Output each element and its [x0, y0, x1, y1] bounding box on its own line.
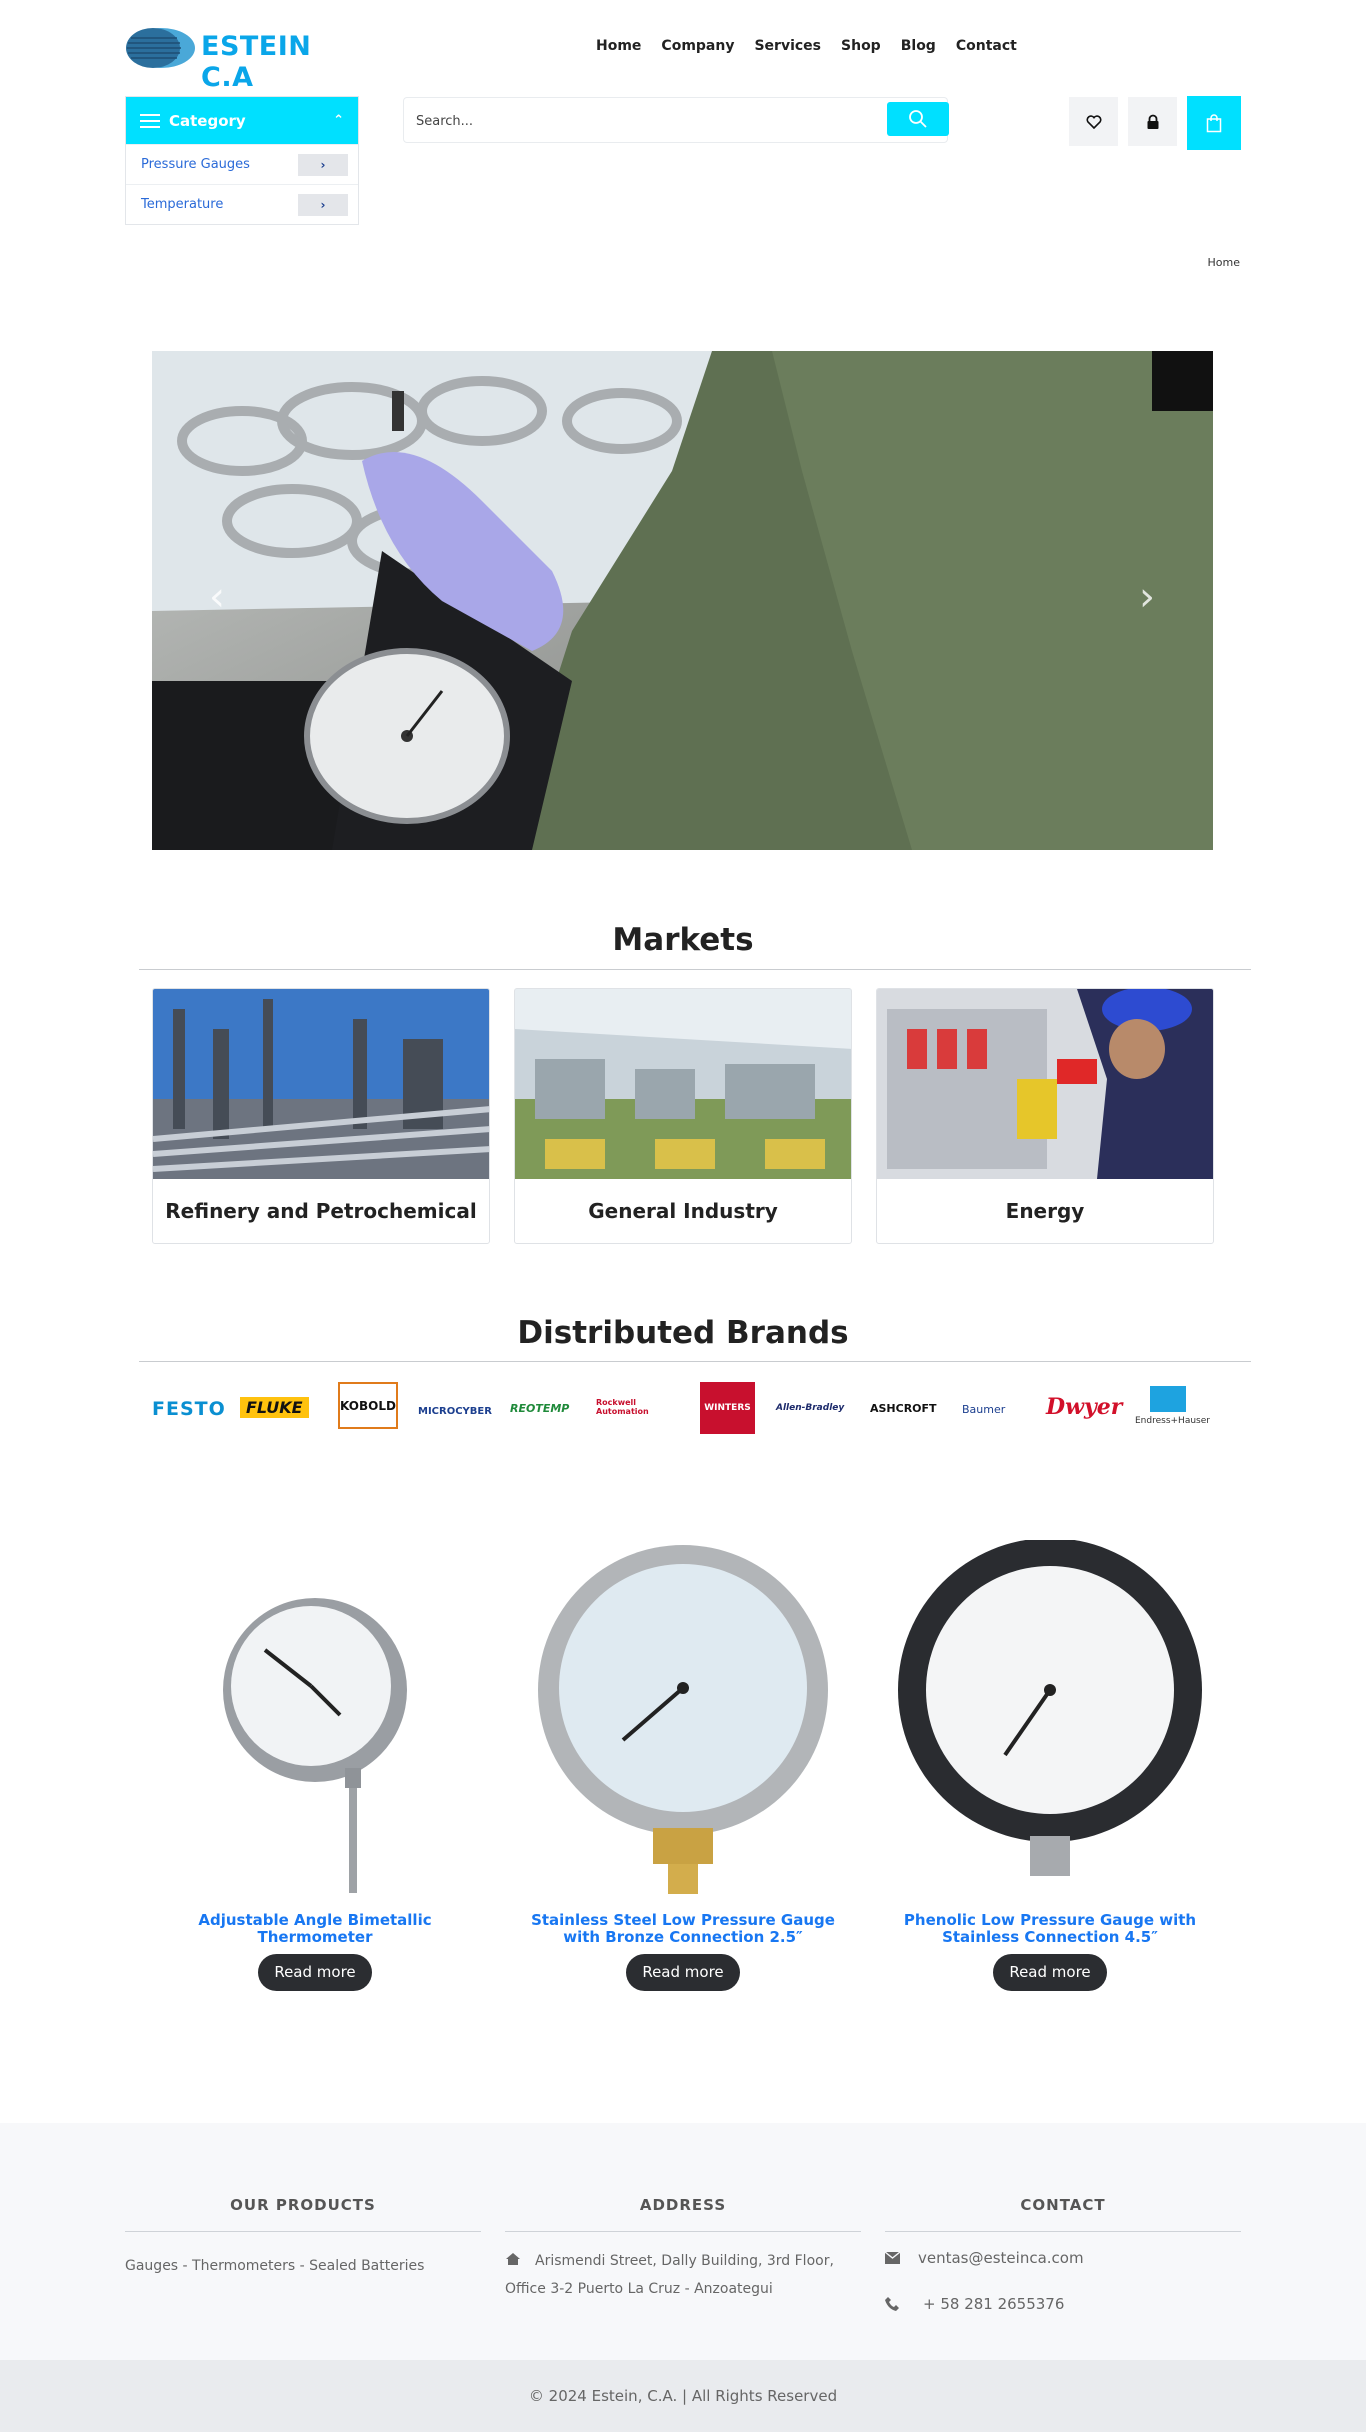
main-nav: Home Company Services Shop Blog Contact: [596, 38, 1037, 54]
brand-logo-winters[interactable]: WINTERS: [700, 1382, 755, 1434]
lock-icon: [1147, 114, 1158, 129]
footer-phone-row: + 58 281 2655376: [885, 2295, 1241, 2313]
logo-text: ESTEIN C.A: [201, 31, 312, 93]
brand-logo-endress-hauser[interactable]: Endress+Hauser: [1135, 1416, 1210, 1426]
nav-shop[interactable]: Shop: [841, 38, 881, 54]
menu-icon: [140, 113, 160, 128]
footer-address-text: Arismendi Street, Dally Building, 3rd Fl…: [505, 2253, 834, 2297]
footer-contact-title: CONTACT: [1020, 2196, 1106, 2214]
market-card-energy[interactable]: Energy: [876, 988, 1214, 1244]
market-label: Energy: [1005, 1199, 1085, 1223]
footer: OUR PRODUCTS Gauges - Thermometers - Sea…: [0, 2123, 1366, 2360]
brand-logo-ashcroft[interactable]: ASHCROFT: [870, 1402, 937, 1415]
brand-logo-dwyer[interactable]: Dwyer: [1046, 1394, 1122, 1420]
account-button[interactable]: [1128, 97, 1177, 146]
nav-services[interactable]: Services: [754, 38, 821, 54]
footer-address-block: Arismendi Street, Dally Building, 3rd Fl…: [505, 2247, 861, 2303]
market-image-general-industry: [515, 989, 851, 1179]
market-label: General Industry: [588, 1199, 778, 1223]
category-menu: Category ⌃ Pressure Gauges › Temperature…: [125, 96, 359, 225]
search-bar: [403, 97, 949, 143]
footer-products: OUR PRODUCTS Gauges - Thermometers - Sea…: [125, 2196, 481, 2280]
chevron-right-icon[interactable]: ›: [1139, 577, 1155, 617]
chevron-up-icon: ⌃: [333, 113, 344, 128]
chevron-right-icon[interactable]: ›: [298, 193, 348, 216]
brand-logo-festo[interactable]: FESTO: [152, 1398, 226, 1420]
markets-divider: [139, 969, 1251, 970]
shopping-bag-icon: [1206, 113, 1222, 132]
product-name[interactable]: Phenolic Low Pressure Gauge with Stainle…: [870, 1912, 1230, 1946]
footer-email-row: ventas@esteinca.com: [885, 2249, 1241, 2267]
brands-divider: [139, 1361, 1251, 1362]
footer-divider: [885, 2231, 1241, 2232]
brand-strip: FESTO FLUKE KOBOLD MICROCYBER REOTEMP Ro…: [150, 1380, 1220, 1440]
search-button[interactable]: [887, 102, 949, 136]
nav-contact[interactable]: Contact: [956, 38, 1017, 54]
category-item-pressure-gauges[interactable]: Pressure Gauges ›: [126, 144, 358, 184]
home-icon: [506, 2253, 520, 2265]
market-image-energy: [877, 989, 1213, 1179]
envelope-icon: [885, 2252, 900, 2264]
product-card-thermometer: Adjustable Angle Bimetallic Thermometer …: [135, 1540, 495, 1991]
nav-home[interactable]: Home: [596, 38, 641, 54]
logo-mark: [126, 28, 195, 68]
hero-slider: ‹ ›: [152, 351, 1213, 850]
category-toggle[interactable]: Category ⌃: [126, 97, 358, 144]
footer-address-title: ADDRESS: [639, 2196, 727, 2214]
market-card-refinery[interactable]: Refinery and Petrochemical: [152, 988, 490, 1244]
chevron-right-icon[interactable]: ›: [298, 153, 348, 176]
copyright: © 2024 Estein, C.A. | All Rights Reserve…: [0, 2360, 1366, 2432]
search-icon: [909, 110, 927, 128]
footer-address: ADDRESS Arismendi Street, Dally Building…: [505, 2196, 861, 2303]
read-more-button[interactable]: Read more: [626, 1954, 740, 1991]
phone-icon: [885, 2297, 899, 2311]
logo[interactable]: ESTEIN C.A: [125, 24, 360, 93]
brand-logo-fluke[interactable]: FLUKE: [240, 1397, 309, 1418]
markets-title: Markets: [612, 922, 754, 958]
endress-hauser-mark: [1150, 1386, 1186, 1412]
chevron-left-icon[interactable]: ‹: [209, 577, 225, 617]
hero-image: [152, 351, 1213, 850]
brand-logo-kobold[interactable]: KOBOLD: [338, 1382, 398, 1429]
brand-logo-microcyber[interactable]: MICROCYBER: [418, 1406, 492, 1417]
breadcrumb[interactable]: Home: [1208, 256, 1240, 269]
footer-phone[interactable]: + 58 281 2655376: [923, 2295, 1064, 2313]
category-title: Category: [169, 111, 246, 130]
category-item-label: Pressure Gauges: [141, 157, 250, 172]
product-image-phenolic-gauge[interactable]: [870, 1538, 1230, 1900]
footer-email[interactable]: ventas@esteinca.com: [918, 2249, 1084, 2267]
nav-company[interactable]: Company: [661, 38, 734, 54]
brands-title: Distributed Brands: [517, 1315, 849, 1351]
read-more-button[interactable]: Read more: [258, 1954, 372, 1991]
footer-products-title: OUR PRODUCTS: [230, 2196, 376, 2214]
product-card-stainless-gauge: Stainless Steel Low Pressure Gauge with …: [503, 1540, 863, 1991]
market-image-refinery: [153, 989, 489, 1179]
footer-contact: CONTACT ventas@esteinca.com + 58 281 265…: [885, 2196, 1241, 2313]
product-name[interactable]: Adjustable Angle Bimetallic Thermometer: [135, 1912, 495, 1946]
footer-divider: [505, 2231, 861, 2232]
market-card-general-industry[interactable]: General Industry: [514, 988, 852, 1244]
product-name[interactable]: Stainless Steel Low Pressure Gauge with …: [503, 1912, 863, 1946]
heart-icon: [1086, 114, 1101, 129]
search-input[interactable]: [416, 110, 816, 132]
market-label: Refinery and Petrochemical: [165, 1199, 477, 1223]
cart-button[interactable]: [1187, 96, 1241, 150]
brand-logo-reotemp[interactable]: REOTEMP: [510, 1402, 569, 1415]
nav-blog[interactable]: Blog: [901, 38, 936, 54]
footer-products-text: Gauges - Thermometers - Sealed Batteries: [125, 2258, 425, 2274]
category-item-temperature[interactable]: Temperature ›: [126, 184, 358, 224]
brand-logo-rockwell[interactable]: Rockwell Automation: [596, 1398, 676, 1416]
wishlist-button[interactable]: [1069, 97, 1118, 146]
category-item-label: Temperature: [141, 197, 224, 212]
product-image-thermometer[interactable]: [135, 1540, 495, 1900]
brand-logo-allen-bradley[interactable]: Allen-Bradley: [776, 1403, 844, 1413]
read-more-button[interactable]: Read more: [993, 1954, 1107, 1991]
brand-logo-baumer[interactable]: Baumer: [962, 1403, 1005, 1416]
footer-divider: [125, 2231, 481, 2232]
product-card-phenolic-gauge: Phenolic Low Pressure Gauge with Stainle…: [870, 1538, 1230, 1991]
product-image-stainless-gauge[interactable]: [503, 1540, 863, 1900]
